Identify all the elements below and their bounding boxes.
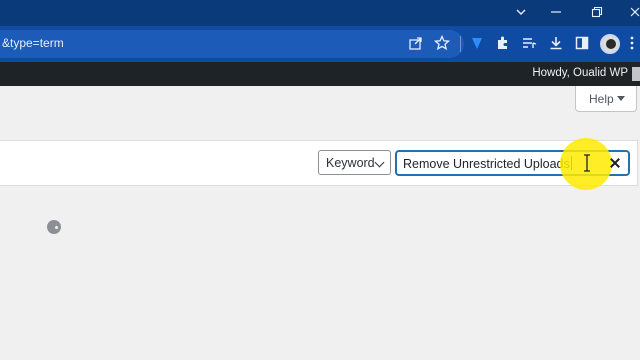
- star-icon[interactable]: [434, 35, 452, 53]
- account-greeting[interactable]: Howdy, Oualid WP: [532, 67, 628, 79]
- text-cursor-icon: [583, 154, 591, 172]
- account-avatar[interactable]: [632, 67, 640, 81]
- chevron-down-icon[interactable]: [512, 4, 530, 22]
- plugin-search-value: Remove Unrestricted Uploads: [403, 157, 570, 171]
- media-queue-icon[interactable]: [521, 35, 539, 53]
- sidebar-icon[interactable]: [574, 35, 592, 53]
- profile-avatar[interactable]: [600, 34, 620, 54]
- restore-icon[interactable]: [588, 4, 606, 22]
- toolbar-divider: [460, 36, 461, 52]
- search-type-select[interactable]: Keyword: [318, 150, 391, 175]
- download-icon[interactable]: [548, 35, 566, 53]
- close-icon[interactable]: [626, 4, 640, 22]
- address-bar[interactable]: &type=term: [0, 30, 464, 58]
- search-type-value: Keyword: [326, 156, 375, 170]
- kebab-menu-icon[interactable]: [629, 35, 640, 53]
- vpn-shield-icon[interactable]: [469, 35, 487, 53]
- address-bar-url[interactable]: &type=term: [2, 36, 64, 50]
- extensions-icon[interactable]: [495, 35, 513, 53]
- clear-search-icon[interactable]: [607, 155, 623, 171]
- minimize-icon[interactable]: [547, 4, 565, 22]
- wp-admin-bar: Howdy, Oualid WP: [0, 62, 640, 86]
- loading-spinner-icon: [47, 220, 61, 234]
- browser-title-bar: [0, 0, 640, 26]
- chevron-down-icon: [374, 157, 385, 168]
- share-icon[interactable]: [408, 35, 426, 53]
- caret-down-icon: [617, 96, 625, 101]
- help-label: Help: [589, 92, 614, 106]
- browser-toolbar: &type=term: [0, 26, 640, 62]
- help-tab-button[interactable]: Help: [575, 86, 637, 112]
